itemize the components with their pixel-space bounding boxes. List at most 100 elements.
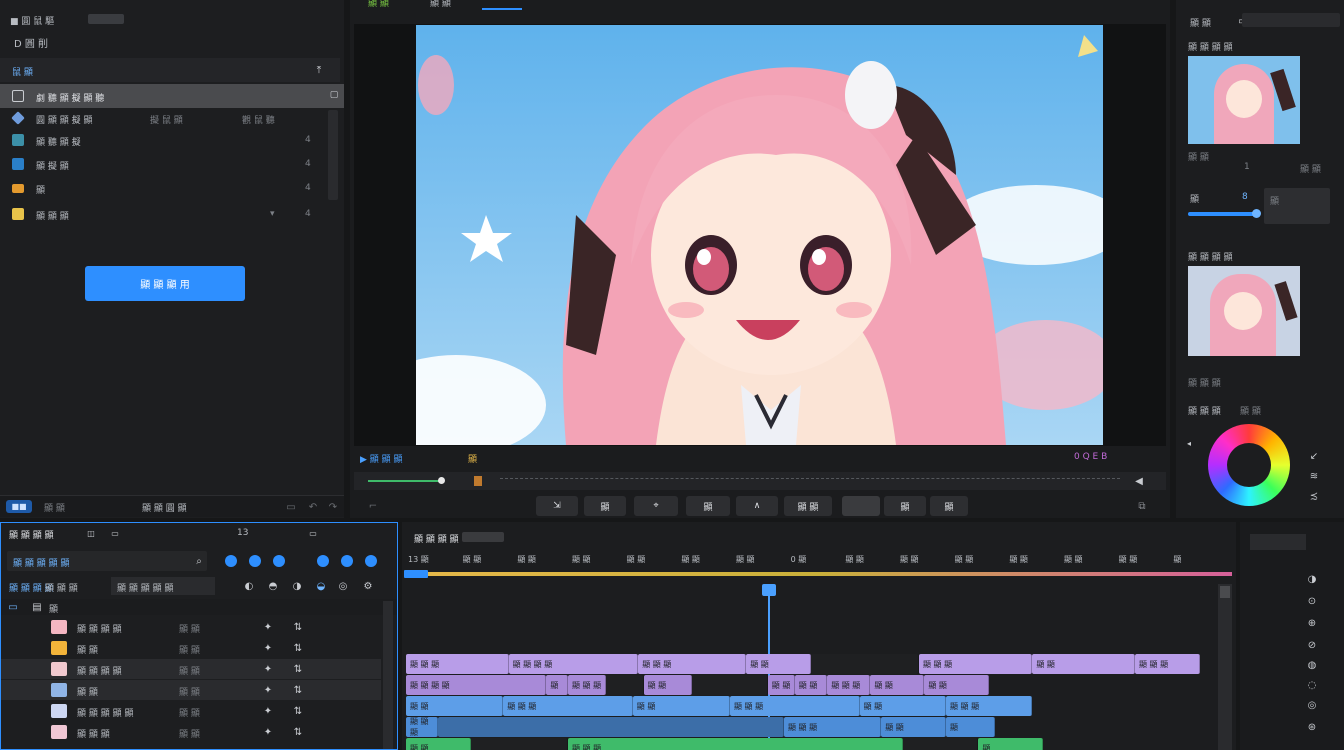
filter-icon[interactable]: ◐ [243,579,255,593]
quick-dot-icon[interactable] [317,555,329,567]
row-action-icon[interactable]: ✦ [261,683,275,697]
timeline-clip[interactable]: 顯 顯 [746,654,811,674]
expand-icon[interactable]: ▢ [328,89,340,101]
tool-split-button[interactable]: 顯 [584,496,626,516]
right-top-field[interactable] [1242,13,1340,27]
row-action-icon[interactable]: ⇅ [291,725,305,739]
settings-icon[interactable]: ⚙ [359,579,377,593]
search-icon[interactable]: ⌕ [193,554,205,568]
row-action-icon[interactable]: ✦ [261,641,275,655]
timeline-clip[interactable] [811,654,919,674]
preview-canvas[interactable] [354,24,1166,446]
color-wheel[interactable] [1208,424,1290,506]
timeline-clip[interactable]: 顯 [546,675,568,695]
timeline-clip[interactable] [438,717,784,737]
tool-anchor-button[interactable]: ⌖ [634,496,678,516]
media-row[interactable]: 顯 顯 顯 顯 顯 ✦ ⇅ [1,722,381,742]
row-action-icon[interactable]: ⇅ [291,620,305,634]
timeline-clip[interactable]: 顯 顯 [767,675,795,695]
footer-tag[interactable]: ■■ [6,500,32,513]
timeline-clip[interactable]: 顯 [978,738,1044,750]
scrubber-handle[interactable] [438,477,445,484]
strip-icon[interactable]: ◎ [1304,698,1320,712]
edit-icon[interactable]: ⌐ [364,498,382,514]
primary-action-button[interactable]: 顯 顯 顯 用 [85,266,245,301]
preview-tab[interactable]: 顯 顯 [430,0,451,9]
row-action-icon[interactable]: ⇅ [291,641,305,655]
fullscreen-icon[interactable]: ⧉ [1134,498,1150,514]
timeline-clip[interactable]: 顯 顯 [643,675,693,695]
timeline-clip[interactable] [605,675,644,695]
row-action-icon[interactable]: ✦ [261,704,275,718]
timeline-clip[interactable]: 顯 顯 顯 [946,696,1033,716]
timeline-clip[interactable] [902,738,979,750]
media-menu-icon[interactable]: ▭ [307,527,319,539]
strip-icon[interactable]: ⊙ [1304,594,1320,608]
timeline-clip[interactable]: 顯 顯 顯 顯 [508,654,639,674]
list-item[interactable]: 圓 顯 顯 擬 顯 擬 鼠 顯 觀 鼠 聽 [0,106,344,130]
list-item[interactable]: 顯 擬 顯 4 [0,152,344,176]
list-item[interactable]: 顯 聽 顯 擬 4 [0,128,344,152]
timeline-clip[interactable]: 顯 顯 [859,696,946,716]
tool-strip-field[interactable] [1250,534,1306,550]
media-row[interactable]: 顯 顯 顯 顯 顯 顯 ✦ ⇅ [1,659,381,679]
opacity-slider[interactable] [1188,209,1261,218]
timeline-ruler[interactable]: 13 顯 顯 顯 顯 顯 顯 顯 顯 顯 顯 顯 顯 顯 0 顯 顯 顯 顯 顯 顯 顯 顯 顯 顯 顯… [402,554,1236,582]
row-action-icon[interactable]: ✦ [261,662,275,676]
pin-icon[interactable]: ⤒ [312,63,326,77]
timeline-scrollbar[interactable] [1218,584,1232,750]
timeline-clip[interactable] [470,738,568,750]
color-tool-icon[interactable]: ≾ [1306,488,1322,504]
collapse-icon[interactable]: ◂ [1184,438,1194,448]
row-action-icon[interactable]: ⇅ [291,704,305,718]
thumbnail-2[interactable] [1188,266,1300,356]
row-action-icon[interactable]: ✦ [261,725,275,739]
color-tool-icon[interactable]: ↙ [1306,448,1322,464]
media-row[interactable]: 顯 顯 顯 顯 ✦ ⇅ [1,638,381,658]
row-action-icon[interactable]: ✦ [261,620,275,634]
strip-icon[interactable]: ⊛ [1304,720,1320,734]
filter-tab[interactable]: 顯 顯 顯 [45,581,78,594]
tool-grid-button[interactable]: 顯 [686,496,730,516]
timeline-clip[interactable]: 顯 顯 [870,675,925,695]
media-tab-active[interactable]: 顯 顯 顯 顯 [9,528,54,541]
timeline-title-field[interactable] [462,532,504,542]
tool-mask-button[interactable]: 顯 顯 [784,496,832,516]
preview-tab[interactable]: 顯 顯 [368,0,389,9]
tool-up-button[interactable]: ∧ [736,496,778,516]
timeline-clip[interactable]: 顯 顯 顯 顯 [406,675,547,695]
footer-redo-icon[interactable]: ↷ [326,500,340,514]
timeline-clip[interactable]: 顯 顯 顯 [406,717,439,737]
strip-icon[interactable]: ⊕ [1304,616,1320,630]
timeline-clip[interactable]: 顯 顯 顯 [1135,654,1200,674]
list-item[interactable]: 顯 顯 顯 ▾ 4 [0,202,344,226]
quick-dot-icon[interactable] [273,555,285,567]
media-row[interactable]: 顯 顯 顯 顯 ✦ ⇅ [1,680,381,700]
timeline-clip[interactable]: 顯 顯 顯 [827,675,871,695]
list-scrollbar[interactable] [328,110,338,200]
row-action-icon[interactable]: ⇅ [291,683,305,697]
filter-icon[interactable]: ◎ [337,579,349,593]
media-row[interactable]: 顯 顯 顯 顯 顯 顯 ✦ ⇅ [1,617,381,637]
timeline-clip[interactable] [692,675,768,695]
media-scrollbar[interactable] [383,601,393,749]
quick-dot-icon[interactable] [249,555,261,567]
preview-scrubber[interactable]: ◀ [354,472,1166,490]
timeline-scroll-thumb[interactable] [1220,586,1230,598]
list-item[interactable]: 顯 4 [0,176,344,200]
tool-more-button[interactable]: 顯 [930,496,968,516]
filter-tab[interactable]: 顯 顯 顯 顯 顯 [117,581,173,594]
slider-knob[interactable] [1252,209,1261,218]
timeline-clip[interactable]: 顯 顯 顯 [784,717,882,737]
quick-dot-icon[interactable] [365,555,377,567]
media-grid-icon[interactable]: ▭ [109,527,121,539]
timeline-clip[interactable]: 顯 顯 [924,675,990,695]
strip-icon[interactable]: ◌ [1304,678,1320,692]
footer-trash-icon[interactable]: ▭ [284,500,298,514]
timeline-clip[interactable]: 顯 顯 顯 [638,654,747,674]
tool-crop-button[interactable]: ⇲ [536,496,578,516]
color-tool-icon[interactable]: ≋ [1306,468,1322,484]
playhead-handle[interactable] [762,584,776,596]
timeline-clip[interactable]: 顯 顯 顯 [730,696,860,716]
thumbnail-1[interactable] [1188,56,1300,144]
